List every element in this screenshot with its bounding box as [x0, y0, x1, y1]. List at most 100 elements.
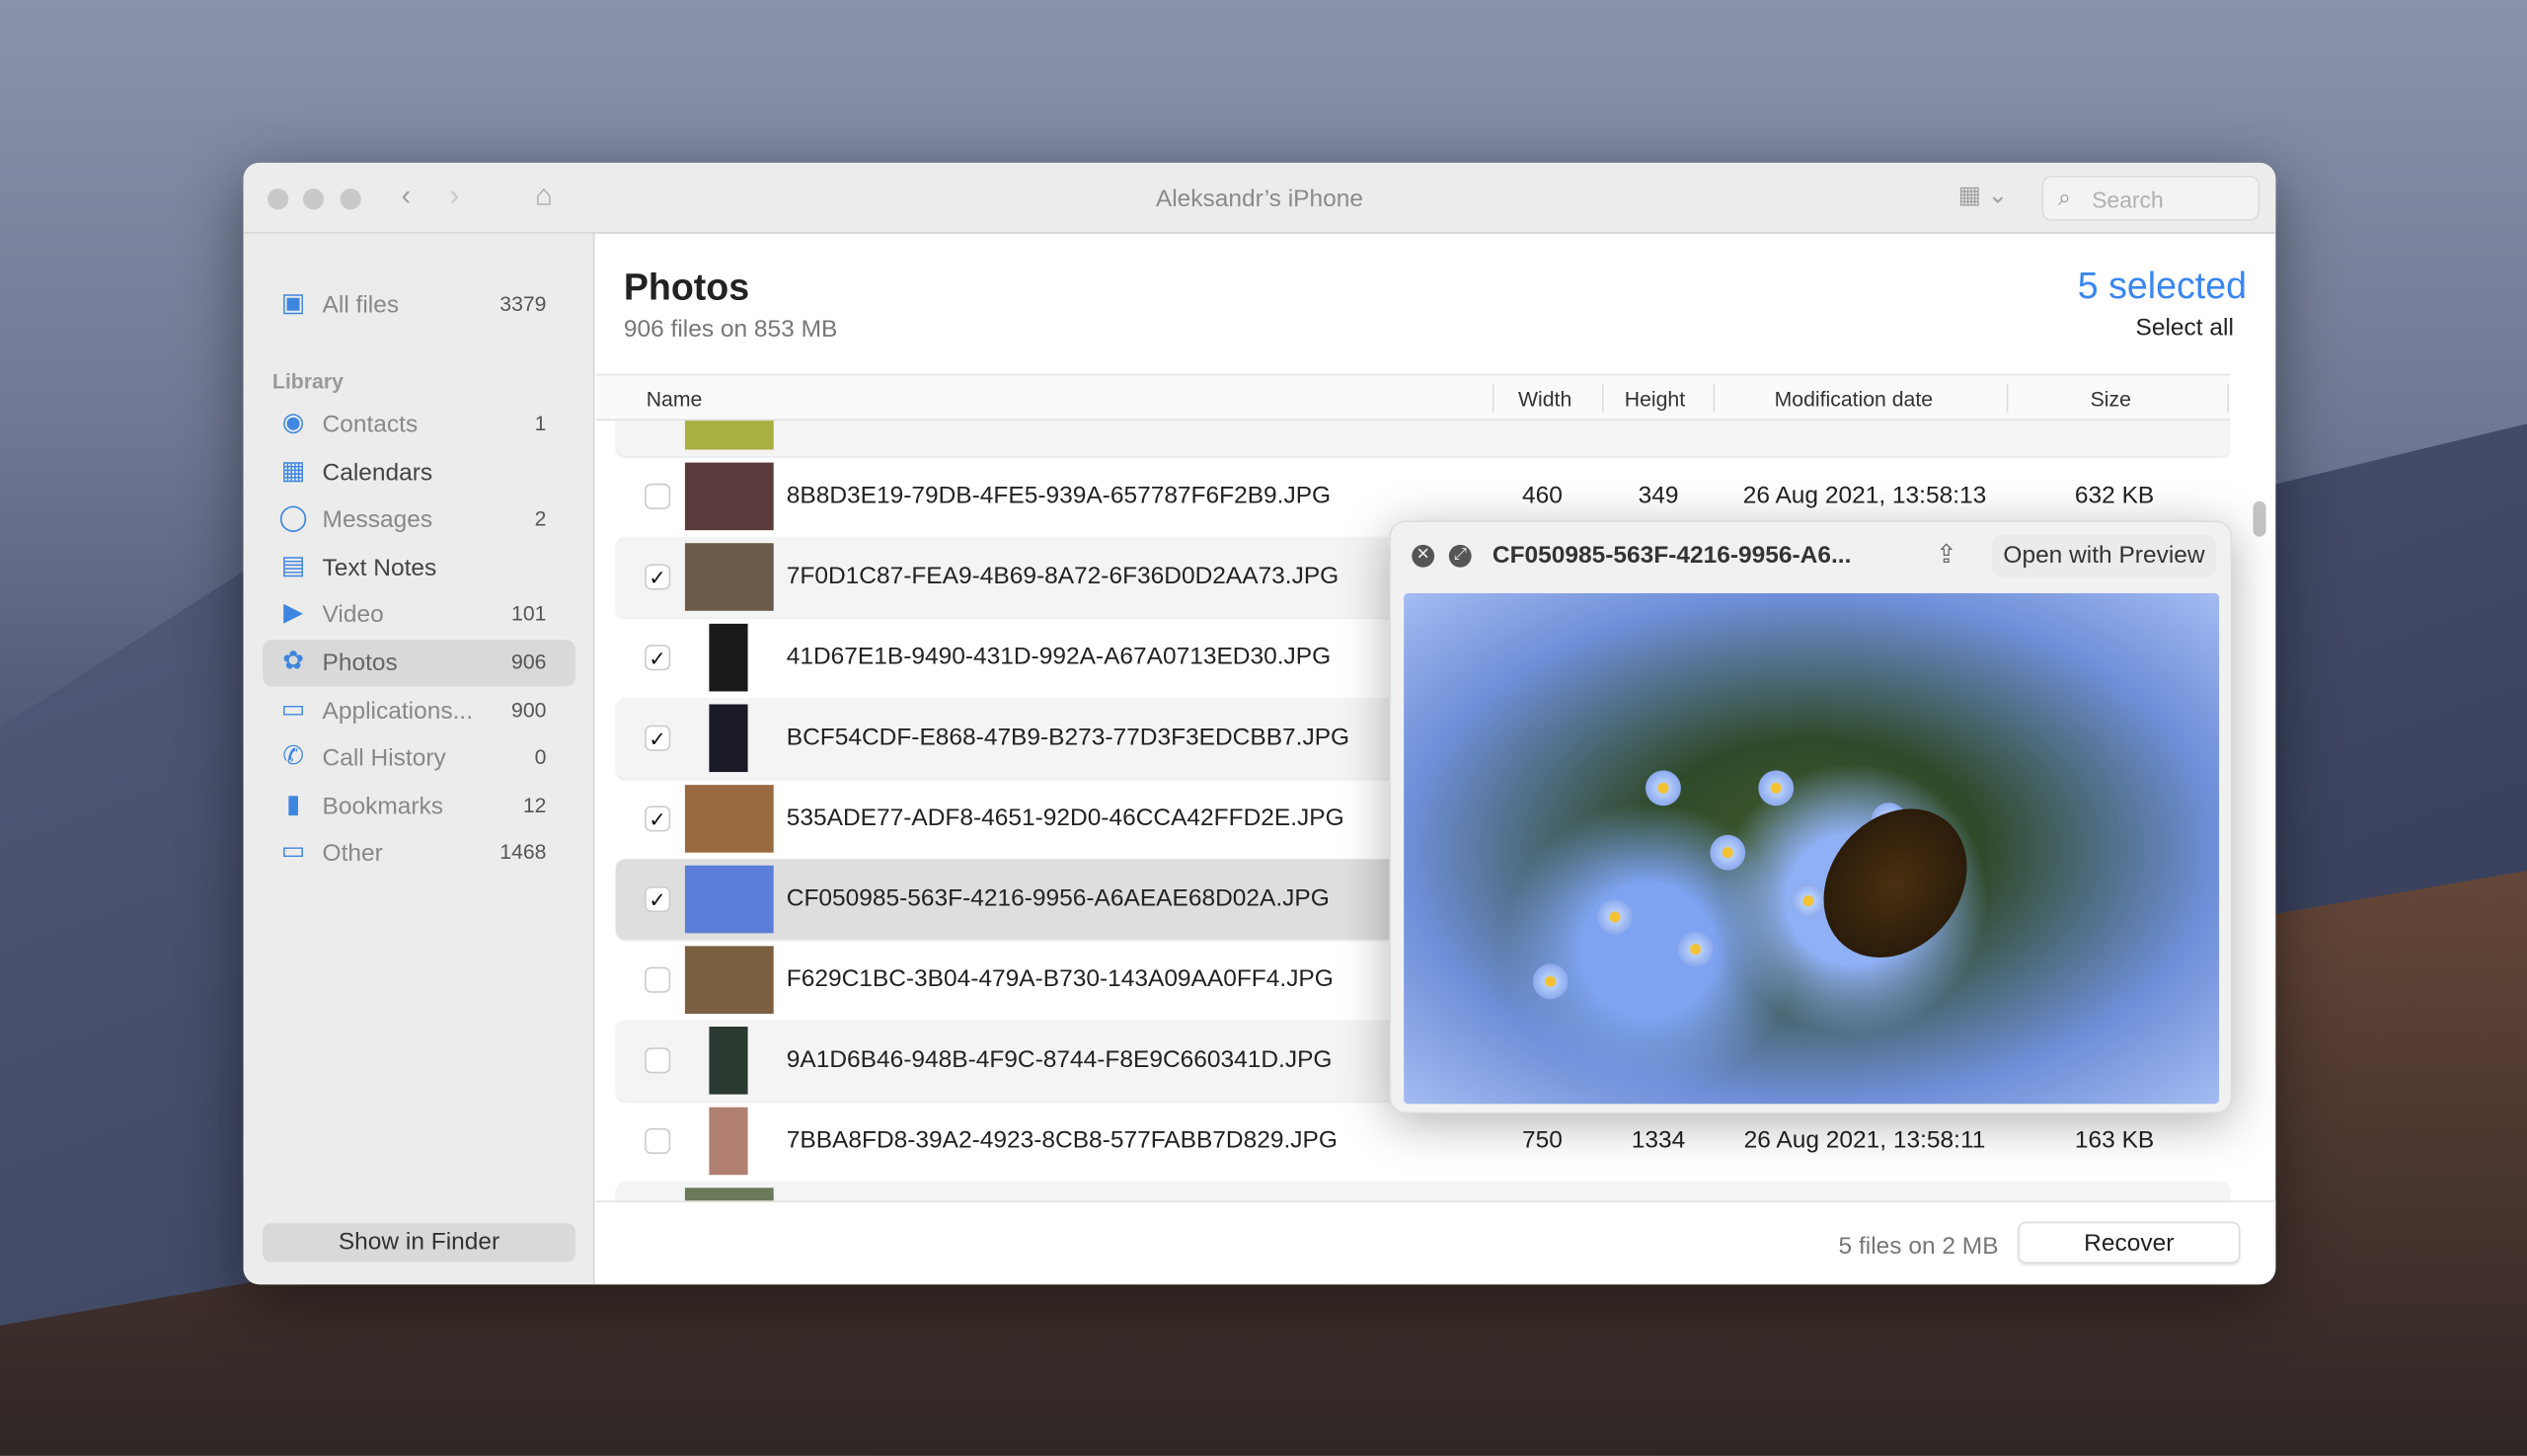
sidebar-item-label: Photos: [322, 649, 398, 677]
file-height: 349: [1638, 482, 1679, 509]
file-name: F629C1BC-3B04-479A-B730-143A09AA0FF4.JPG: [786, 964, 1334, 993]
preview-image-bee-on-flowers: [1404, 592, 2220, 1105]
row-checkbox[interactable]: [645, 1127, 671, 1155]
column-name[interactable]: Name: [647, 387, 703, 411]
search-input[interactable]: ⌕ Search: [2041, 175, 2260, 221]
file-name: 7F0D1C87-FEA9-4B69-8A72-6F36D0D2AA73.JPG: [786, 562, 1340, 590]
sidebar-item-bookmarks[interactable]: ▮ Bookmarks 12: [263, 783, 575, 829]
file-name: CF050985-563F-4216-9956-A6AEAE68D02A.JPG: [786, 884, 1330, 913]
file-width: 750: [1522, 1126, 1563, 1155]
photo-thumbnail: [684, 543, 774, 611]
view-options-icon[interactable]: ▦ ⌄: [1958, 181, 2008, 209]
applications-icon: ▭: [280, 695, 306, 724]
phone-icon: ✆: [282, 742, 305, 771]
scrollbar-thumb[interactable]: [2253, 500, 2266, 537]
sidebar-item-label: Calendars: [322, 458, 433, 487]
sidebar-item-label: Other: [322, 840, 383, 869]
row-checkbox[interactable]: [645, 966, 671, 993]
file-height: 1334: [1631, 1126, 1686, 1155]
sidebar-item-count: 12: [522, 792, 547, 817]
sidebar-item-label: Call History: [322, 744, 446, 773]
recover-button[interactable]: Recover: [2018, 1221, 2241, 1264]
file-name: 7BBA8FD8-39A2-4923-8CB8-577FABB7D829.JPG: [786, 1126, 1338, 1155]
sidebar-item-messages[interactable]: ◯ Messages 2: [263, 497, 575, 543]
row-checkbox[interactable]: ✓: [645, 805, 671, 832]
sidebar-item-count: 1: [534, 411, 547, 435]
open-with-preview-button[interactable]: Open with Preview: [1992, 535, 2216, 577]
folder-icon: ▭: [280, 838, 306, 867]
close-preview-icon[interactable]: ✕: [1412, 544, 1435, 568]
file-name: 535ADE77-ADF8-4651-92D0-46CCA42FFD2E.JPG: [786, 804, 1344, 832]
file-name: 8B8D3E19-79DB-4FE5-939A-657787F6F2B9.JPG: [786, 482, 1332, 509]
file-size: 632 KB: [2074, 482, 2155, 509]
select-all-button[interactable]: Select all: [2136, 314, 2234, 342]
row-checkbox[interactable]: ✓: [645, 645, 671, 671]
photo-thumbnail: [684, 865, 774, 934]
sidebar-item-count: 0: [534, 744, 547, 770]
search-placeholder: Search: [2092, 187, 2164, 213]
file-name: 9A1D6B46-948B-4F9C-8744-F8E9C660341D.JPG: [786, 1045, 1333, 1074]
sidebar-item-video[interactable]: ▶ Video 101: [263, 592, 575, 639]
row-checkbox[interactable]: [645, 1047, 671, 1074]
page-title: Photos: [623, 266, 750, 308]
sidebar-item-label: Video: [322, 601, 384, 630]
row-checkbox[interactable]: ✓: [645, 725, 671, 751]
sidebar-item-label: All files: [322, 291, 400, 320]
sidebar-item-all-files[interactable]: ▣ All files 3379: [263, 282, 575, 329]
file-width: 460: [1522, 482, 1563, 509]
sidebar-item-label: Contacts: [322, 411, 419, 439]
sidebar-item-label: Messages: [322, 505, 433, 534]
sidebar-item-label: Text Notes: [322, 554, 437, 582]
titlebar: ‹ › ⌂ Aleksandr’s iPhone ▦ ⌄ ⌕ Search: [243, 162, 2276, 234]
photo-thumbnail: [709, 623, 748, 692]
quick-look-preview: ✕ ⤢ CF050985-563F-4216-9956-A6... ⇪ Open…: [1389, 520, 2233, 1114]
photo-thumbnail: [684, 785, 774, 853]
table-header: Name Width Height Modification date Size: [596, 373, 2231, 421]
share-icon[interactable]: ⇪: [1936, 538, 1957, 571]
row-checkbox[interactable]: ✓: [645, 885, 671, 913]
calendar-icon: ▦: [280, 457, 306, 485]
sidebar-item-photos[interactable]: ✿ Photos 906: [263, 640, 575, 687]
sidebar-item-call-history[interactable]: ✆ Call History 0: [263, 735, 575, 782]
photo-thumbnail: [709, 1107, 748, 1176]
sidebar-item-label: Bookmarks: [322, 792, 444, 820]
bookmark-icon: ▮: [285, 791, 301, 819]
photo-thumbnail: [684, 462, 774, 531]
column-width[interactable]: Width: [1518, 387, 1571, 411]
selection-summary: 5 files on 2 MB: [1838, 1233, 1999, 1261]
file-size: 163 KB: [2074, 1126, 2155, 1155]
sidebar-item-text-notes[interactable]: ▤ Text Notes: [263, 545, 575, 591]
sidebar-item-contacts[interactable]: ◉ Contacts 1: [263, 402, 575, 448]
sidebar-item-other[interactable]: ▭ Other 1468: [263, 830, 575, 877]
person-circle-icon: ◉: [281, 409, 305, 437]
file-modification-date: 26 Aug 2021, 13:58:11: [1743, 1126, 1986, 1155]
sidebar-item-calendars[interactable]: ▦ Calendars: [263, 449, 575, 496]
sidebar-item-applications[interactable]: ▭ Applications... 900: [263, 687, 575, 733]
column-modification-date[interactable]: Modification date: [1775, 387, 1933, 411]
sidebar: ▣ All files 3379 Library ◉ Contacts 1 ▦ Calend…: [243, 233, 595, 1285]
sidebar-item-count: 3379: [499, 291, 547, 317]
column-size[interactable]: Size: [2091, 387, 2131, 411]
show-in-finder-button[interactable]: Show in Finder: [263, 1223, 575, 1263]
sidebar-item-count: 900: [511, 697, 547, 722]
selected-count: 5 selected: [2077, 264, 2247, 307]
notes-icon: ▤: [280, 552, 306, 580]
video-camera-icon: ▶: [283, 600, 304, 628]
column-height[interactable]: Height: [1625, 387, 1685, 411]
table-row-partial[interactable]: [615, 421, 2231, 457]
library-section-label: Library: [271, 368, 344, 394]
row-checkbox[interactable]: ✓: [645, 564, 671, 590]
sidebar-item-count: 906: [511, 649, 547, 674]
file-name: 41D67E1B-9490-431D-992A-A67A0713ED30.JPG: [786, 643, 1332, 671]
search-icon: ⌕: [2057, 184, 2071, 210]
photos-flower-icon: ✿: [282, 648, 305, 676]
message-bubble-icon: ◯: [278, 504, 308, 533]
row-checkbox[interactable]: [645, 483, 671, 509]
sidebar-item-count: 2: [534, 505, 547, 531]
fullscreen-icon[interactable]: ⤢: [1448, 544, 1472, 568]
sidebar-item-count: 1468: [499, 840, 547, 865]
photo-thumbnail: [684, 946, 774, 1014]
file-modification-date: 26 Aug 2021, 13:58:13: [1742, 482, 1987, 509]
table-row-partial[interactable]: [615, 1181, 2231, 1202]
sidebar-item-count: 101: [511, 601, 547, 627]
